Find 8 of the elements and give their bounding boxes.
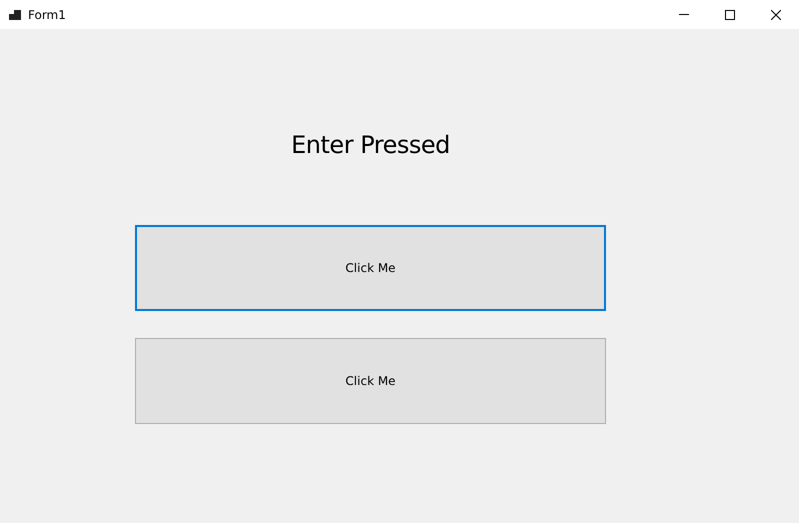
close-icon [771, 10, 781, 20]
click-button[interactable]: Click Me [135, 338, 606, 424]
status-label: Enter Pressed [291, 130, 450, 161]
maximize-icon [725, 10, 735, 20]
minimize-icon [679, 14, 689, 15]
app-icon [9, 10, 21, 20]
click-button[interactable]: Click Me [135, 225, 606, 311]
window-title: Form1 [28, 6, 66, 24]
